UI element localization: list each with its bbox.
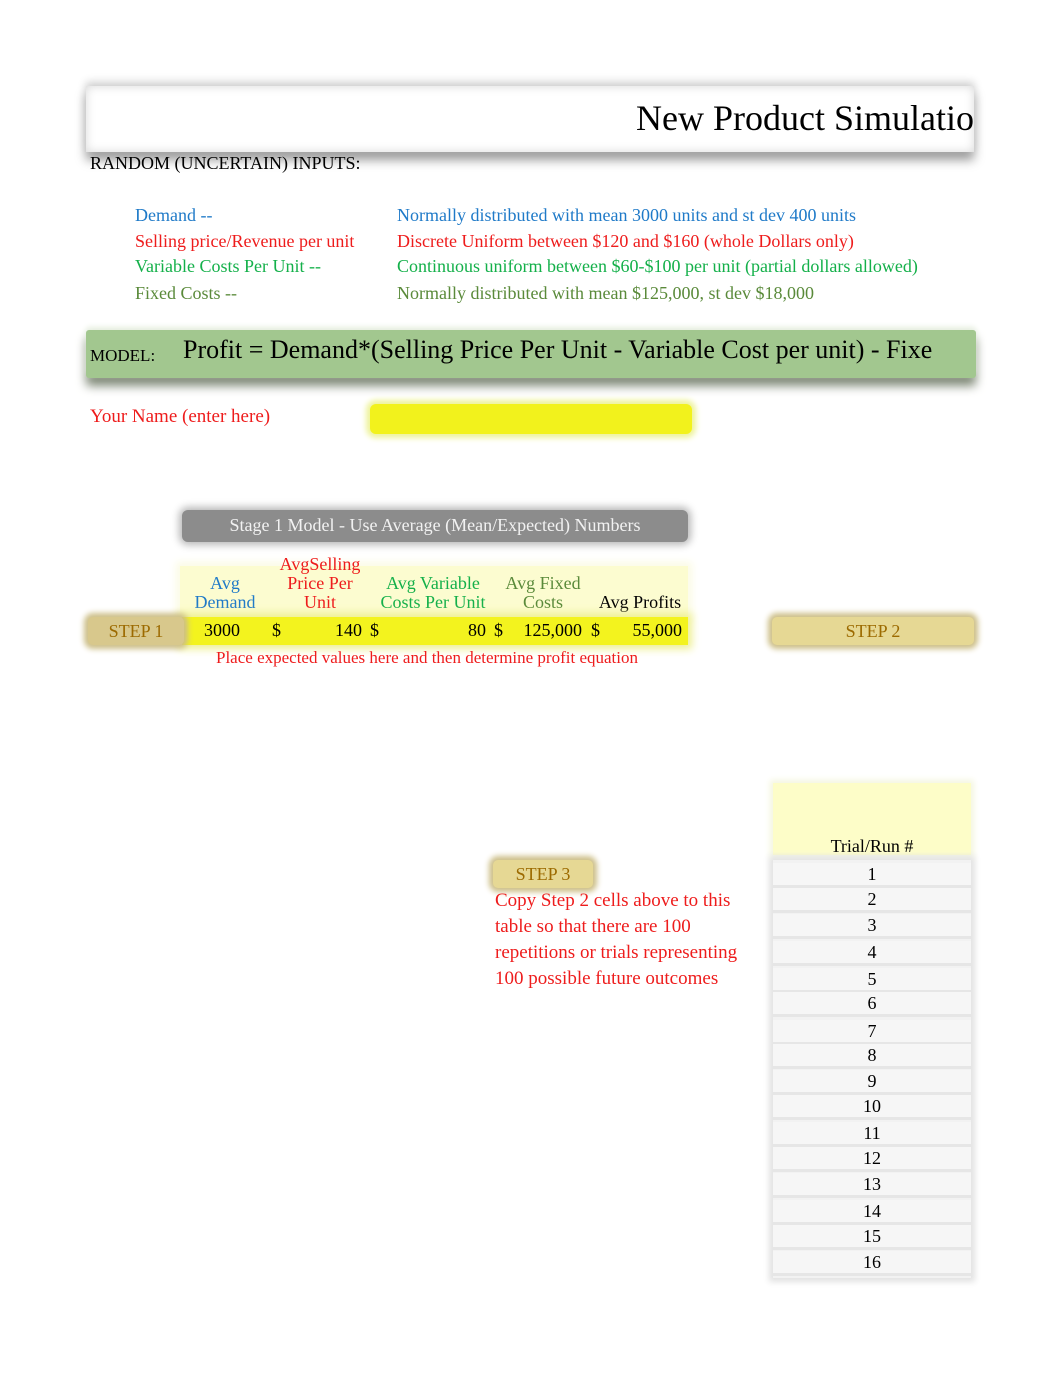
step3-instructions: Copy Step 2 cells above to this table so… xyxy=(495,890,738,989)
trial-row[interactable]: 1 xyxy=(773,863,971,888)
model-formula: Profit = Demand*(Selling Price Per Unit … xyxy=(183,335,933,364)
header-line: AvgSelling xyxy=(279,554,361,574)
avg-demand-cell[interactable]: 3000 xyxy=(204,620,240,641)
header-line: Demand xyxy=(194,592,256,612)
step3-button[interactable]: STEP 3 xyxy=(493,860,593,888)
title-clip: New Product Simulatio xyxy=(86,86,976,152)
header-line: Price Per xyxy=(287,573,353,593)
header-line: Avg xyxy=(210,573,240,593)
header-line xyxy=(494,555,592,574)
trial-row[interactable]: 9 xyxy=(773,1070,971,1095)
input-desc-demand: Normally distributed with mean 3000 unit… xyxy=(397,205,856,225)
input-desc-selling-price: Discrete Uniform between $120 and $160 (… xyxy=(397,231,854,251)
avg-fixed-costs-cell[interactable]: 125,000 xyxy=(510,620,583,641)
stage1-note: Place expected values here and then dete… xyxy=(216,648,638,667)
input-label-demand: Demand -- xyxy=(135,205,213,225)
currency-symbol: $ xyxy=(591,620,600,640)
header-line: Costs Per Unit xyxy=(380,592,486,612)
page-title: New Product Simulatio xyxy=(636,98,974,138)
model-clip: MODEL: Profit = Demand*(Selling Price Pe… xyxy=(86,330,978,378)
trial-row[interactable]: 3 xyxy=(773,914,971,939)
header-line xyxy=(182,555,268,574)
trial-row[interactable]: 11 xyxy=(773,1122,971,1147)
input-label-variable-costs: Variable Costs Per Unit -- xyxy=(135,256,321,276)
trial-row[interactable]: 16 xyxy=(773,1251,971,1276)
avg-variable-cost-cell[interactable]: 80 xyxy=(400,620,486,641)
header-avg-profits: Avg Profits xyxy=(592,555,688,612)
input-label-fixed-costs: Fixed Costs -- xyxy=(135,283,238,303)
header-line xyxy=(372,555,494,574)
trial-row[interactable]: 7 xyxy=(773,1020,971,1045)
currency-symbol: $ xyxy=(494,620,503,640)
trial-row[interactable]: 10 xyxy=(773,1095,971,1120)
step1-button[interactable]: STEP 1 xyxy=(88,617,184,645)
currency-symbol: $ xyxy=(272,620,281,640)
header-line xyxy=(592,574,688,593)
input-label-selling-price: Selling price/Revenue per unit xyxy=(135,231,355,251)
step2-button[interactable]: STEP 2 xyxy=(772,617,974,645)
avg-selling-price-cell[interactable]: 140 xyxy=(300,620,362,641)
header-avg-demand: Avg Demand xyxy=(182,555,268,612)
trial-row[interactable]: 12 xyxy=(773,1147,971,1172)
model-label: MODEL: xyxy=(90,346,156,365)
trial-row[interactable]: 15 xyxy=(773,1225,971,1250)
stage1-title: Stage 1 Model - Use Average (Mean/Expect… xyxy=(229,515,641,535)
header-line: Avg Fixed xyxy=(505,573,581,593)
header-line xyxy=(592,555,688,574)
trial-table-header: Trial/Run # xyxy=(830,836,914,856)
trial-row[interactable]: 13 xyxy=(773,1173,971,1198)
random-inputs-heading: RANDOM (UNCERTAIN) INPUTS: xyxy=(90,153,361,173)
trial-row[interactable]: 14 xyxy=(773,1200,971,1225)
currency-symbol: $ xyxy=(370,620,379,640)
trial-row[interactable]: 6 xyxy=(773,992,971,1017)
trial-row[interactable]: 2 xyxy=(773,888,971,913)
avg-profits-cell[interactable]: 55,000 xyxy=(610,620,683,641)
header-avg-variable-costs: Avg Variable Costs Per Unit xyxy=(372,555,494,612)
header-avg-selling-price: AvgSelling Price Per Unit xyxy=(268,555,372,612)
trial-row[interactable]: 8 xyxy=(773,1044,971,1069)
input-desc-variable-costs: Continuous uniform between $60-$100 per … xyxy=(397,256,918,276)
header-line: Costs xyxy=(522,592,564,612)
trial-row[interactable]: 5 xyxy=(773,968,971,993)
input-desc-fixed-costs: Normally distributed with mean $125,000,… xyxy=(397,283,814,303)
name-label: Your Name (enter here) xyxy=(90,406,271,427)
name-input[interactable] xyxy=(370,404,692,434)
header-avg-fixed-costs: Avg Fixed Costs xyxy=(494,555,592,612)
header-line: Avg Variable xyxy=(386,573,480,593)
trial-row[interactable]: 4 xyxy=(773,941,971,966)
header-line: Unit xyxy=(303,592,336,612)
header-line: Avg Profits xyxy=(598,592,682,612)
